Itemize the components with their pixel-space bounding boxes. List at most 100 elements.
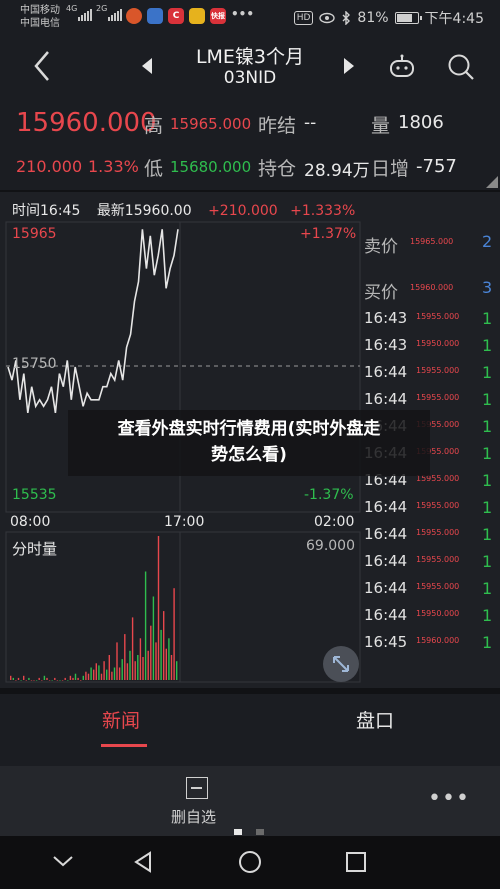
x-tick-start: 08:00: [10, 514, 51, 530]
volume-bar: [137, 655, 139, 680]
volume-bar: [56, 680, 59, 681]
daily-increase-label: 日增: [371, 158, 410, 180]
volume-bar: [144, 571, 147, 680]
volume-bar: [35, 680, 38, 681]
remove-watchlist-icon[interactable]: [186, 777, 208, 799]
volume-bar: [157, 536, 160, 680]
bottom-toolbar: 删自选 •••: [0, 766, 500, 836]
carrier-info: 中国移动 中国电信: [20, 4, 60, 30]
tick-price: 15955.000: [416, 393, 460, 402]
nav-down-icon[interactable]: [52, 854, 74, 868]
article-title-overlay: 查看外盘实时行情费用(实时外盘走 势怎么看): [68, 410, 430, 476]
tick-time: 16:43: [364, 309, 408, 327]
expand-icon: [333, 656, 349, 672]
volume-bar: [74, 673, 77, 680]
battery-percent: 81%: [357, 10, 389, 26]
tick-row: 16:45 15960.000 1: [364, 633, 492, 652]
volume-bar: [33, 680, 35, 681]
tick-row: 16:44 15950.000 1: [364, 606, 492, 625]
bid-volume: 3: [482, 278, 493, 297]
volume-bar: [100, 673, 103, 680]
nav-back-icon[interactable]: [132, 850, 154, 874]
volume-bar: [23, 675, 25, 680]
volume-bar: [67, 680, 69, 681]
volume-bar: [124, 634, 126, 680]
y-bottom-pct-label: -1.37%: [304, 487, 354, 503]
tab-orderbook[interactable]: 盘口: [356, 706, 394, 733]
volume-bar: [41, 680, 43, 681]
volume-bar: [85, 671, 87, 680]
low-value: 15680.000: [170, 158, 252, 176]
volume-bar: [48, 680, 51, 681]
tick-time: 16:44: [364, 525, 408, 543]
volume-bar: [38, 677, 40, 680]
volume-bar: [118, 667, 121, 680]
nav-recents-icon[interactable]: [345, 851, 367, 873]
volume-bar: [12, 677, 14, 680]
fullscreen-button[interactable]: [323, 646, 359, 682]
volume-bar: [168, 638, 170, 680]
quote-panel: 15960.000 高 15965.000 昨结 -- 量 1806 210.0…: [0, 100, 500, 190]
tick-time: 16:44: [364, 579, 408, 597]
tick-price: 15960.000: [416, 636, 460, 645]
volume-chart-label: 分时量: [12, 540, 58, 558]
tick-volume: 1: [482, 471, 493, 490]
bid-row: 买价 15960.000 3: [364, 278, 492, 303]
tick-time: 16:44: [364, 552, 408, 570]
instrument-title: LME镍3个月: [195, 46, 305, 68]
tick-volume: 1: [482, 498, 493, 517]
tick-price: 15955.000: [416, 582, 460, 591]
price-line: [7, 229, 179, 414]
tick-time: 16:45: [364, 633, 408, 651]
volume-bar: [93, 669, 95, 680]
volume-bar: [173, 588, 175, 680]
high-value: 15965.000: [170, 115, 252, 133]
tick-price: 15950.000: [416, 609, 460, 618]
bid-label: 买价: [364, 283, 398, 303]
tick-row: 16:43 15950.000 1: [364, 336, 492, 355]
prev-instrument-icon[interactable]: [142, 58, 152, 74]
volume-bar: [152, 596, 155, 680]
hd-badge: HD: [293, 11, 314, 25]
volume-bar: [155, 642, 157, 680]
next-instrument-icon[interactable]: [344, 58, 354, 74]
volume-bar: [87, 673, 90, 680]
tick-volume: 1: [482, 525, 493, 544]
y-top-pct-label: +1.37%: [300, 226, 357, 242]
search-icon[interactable]: [446, 52, 476, 82]
volume-bar: [72, 677, 74, 680]
bird-app-icon: [126, 8, 142, 24]
nav-home-icon[interactable]: [238, 850, 262, 874]
more-options-icon[interactable]: •••: [428, 788, 470, 810]
bluetooth-icon: [342, 11, 351, 25]
tab-news[interactable]: 新闻: [102, 706, 140, 733]
volume-bar: [106, 669, 108, 680]
robot-assistant-icon[interactable]: [388, 54, 416, 78]
y-bottom-label: 15535: [12, 487, 57, 503]
volume-bar: [43, 675, 46, 680]
remove-watchlist-button[interactable]: 删自选: [171, 806, 216, 827]
volume-max-label: 69.000: [306, 538, 355, 554]
volume-bar: [64, 677, 66, 680]
volume-bar: [90, 667, 92, 680]
signal-icon-2: [108, 9, 122, 21]
system-nav-bar: [0, 836, 500, 889]
chart-time: 时间16:45: [12, 203, 81, 219]
chart-latest: 最新15960.00: [96, 203, 192, 219]
clock: 下午4:45: [424, 11, 484, 27]
page-dot-active: [234, 829, 242, 835]
tick-row: 16:44 15955.000 1: [364, 363, 492, 382]
tick-volume: 1: [482, 363, 493, 382]
volume-bar: [54, 677, 56, 680]
volume-bar: [20, 680, 22, 681]
back-arrow-icon[interactable]: [30, 48, 56, 84]
corner-fold-icon: [486, 176, 498, 188]
volume-bar: [134, 661, 136, 680]
volume-bar: [129, 650, 131, 680]
volume-bar: [17, 677, 20, 680]
volume-bar: [176, 661, 178, 680]
kuaibao-app-icon: 快报: [210, 8, 226, 24]
tick-volume: 1: [482, 633, 493, 652]
tick-row: 16:44 15955.000 1: [364, 390, 492, 409]
tick-price: 15950.000: [416, 339, 460, 348]
